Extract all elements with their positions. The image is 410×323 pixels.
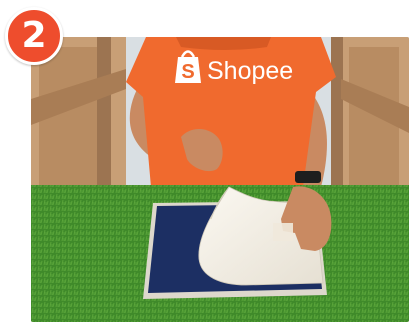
photo-scene: S Shopee (31, 37, 409, 322)
step-number: 2 (21, 15, 47, 56)
svg-text:S: S (181, 61, 194, 83)
step-photo: S Shopee (31, 37, 409, 322)
shirt-logo-text: Shopee (207, 57, 293, 85)
wristwatch (295, 171, 321, 183)
step-number-badge: 2 (5, 7, 63, 65)
